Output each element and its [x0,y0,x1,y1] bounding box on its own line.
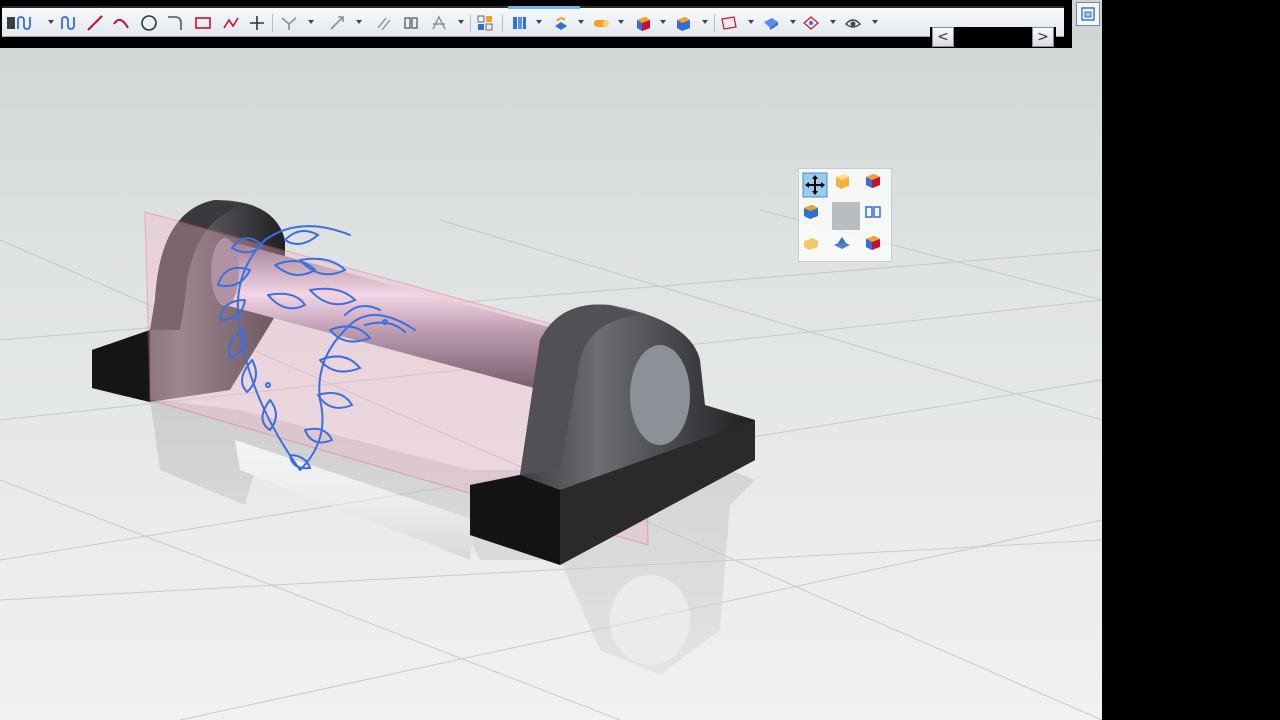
restore-icon [1081,7,1095,21]
view-left-icon[interactable] [801,202,829,230]
view-orientation-palette [798,168,892,262]
trim-dropdown[interactable] [308,20,314,24]
fillet-icon[interactable] [166,14,184,32]
revolve-icon[interactable] [552,14,570,32]
view-center [832,202,860,230]
view-top-left-icon[interactable] [801,171,829,199]
point-icon[interactable] [248,14,266,32]
circle-icon[interactable] [140,14,158,32]
quick-extend-icon[interactable] [328,14,346,32]
toolbar-scroll-right-button[interactable]: > [1032,27,1054,47]
toolbar-scroll-strip: < > [930,27,1056,47]
polyline-icon[interactable] [222,14,240,32]
datum-plane-icon[interactable] [720,14,738,32]
view-bottom-left-icon[interactable] [801,233,829,261]
cad-application: < > [0,0,1280,720]
view-top-icon[interactable] [832,171,860,199]
view-cube-icon[interactable] [674,14,692,32]
toolbar-active-indicator [508,6,580,9]
block-dropdown[interactable] [660,20,666,24]
right-panel-background [1102,0,1280,720]
view-bottom-icon[interactable] [832,233,860,261]
render-icon[interactable] [844,14,862,32]
scene-svg [0,200,1102,720]
revolve-dropdown[interactable] [578,20,584,24]
cylinder-icon[interactable] [592,14,610,32]
window-restore-button[interactable] [1076,2,1100,26]
layout-icon[interactable] [476,14,494,32]
sweep-dropdown[interactable] [790,20,796,24]
toolbar-band: < > [0,0,1072,48]
graphics-viewport[interactable] [0,0,1102,720]
sketch-toolbar [2,6,1064,37]
mirror-curve-icon[interactable] [402,14,420,32]
view-right-icon[interactable] [863,202,891,230]
rectangle-icon[interactable] [194,14,212,32]
view-trimetric-icon[interactable] [863,233,891,261]
arc-icon[interactable] [112,14,130,32]
view-isometric-icon[interactable] [863,171,891,199]
view-cube-dropdown[interactable] [702,20,708,24]
render-dropdown[interactable] [872,20,878,24]
pattern-curve-icon[interactable] [430,14,448,32]
sweep-icon[interactable] [762,14,780,32]
studio-spline-icon[interactable] [16,14,34,32]
block-icon[interactable] [634,14,652,32]
surface-icon[interactable] [802,14,820,32]
extrude-dropdown[interactable] [536,20,542,24]
datum-dropdown[interactable] [748,20,754,24]
line-icon[interactable] [86,14,104,32]
toolbar-scroll-left-button[interactable]: < [932,27,954,47]
cylinder-dropdown[interactable] [618,20,624,24]
studio-spline-2-icon[interactable] [60,14,78,32]
quick-trim-icon[interactable] [280,14,298,32]
extend-dropdown[interactable] [356,20,362,24]
offset-curve-icon[interactable] [376,14,394,32]
pattern-dropdown[interactable] [458,20,464,24]
extrude-icon[interactable] [510,14,528,32]
surface-dropdown[interactable] [830,20,836,24]
studio-spline-dropdown[interactable] [48,20,54,24]
